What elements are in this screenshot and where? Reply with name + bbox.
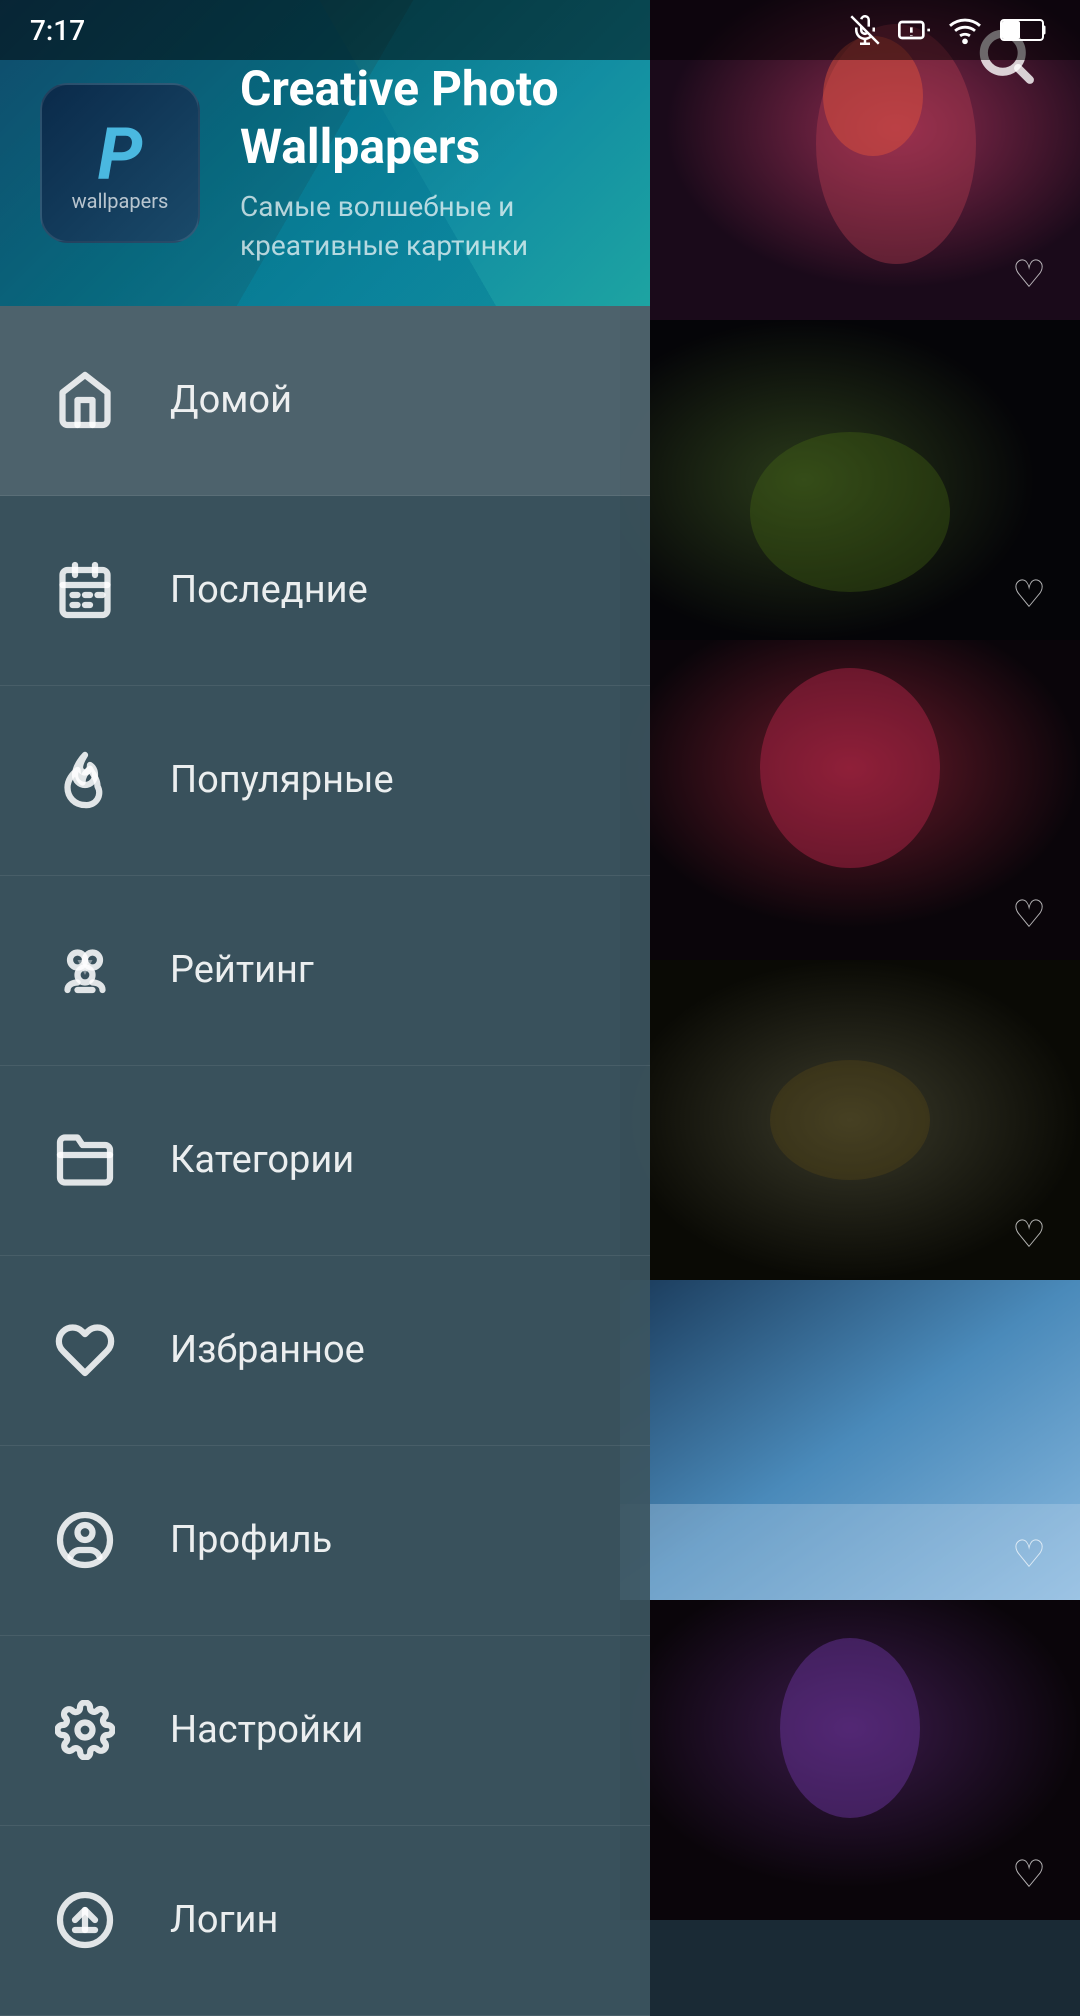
sidebar-item-popular[interactable]: Популярные: [0, 686, 650, 876]
sidebar-item-categories[interactable]: Категории: [0, 1066, 650, 1256]
app-logo: P wallpapers: [40, 83, 200, 243]
wifi-icon: [948, 13, 982, 47]
fire-icon: [50, 745, 120, 815]
like-button-5[interactable]: ♡: [1003, 1528, 1055, 1580]
sidebar-item-label-favorites: Избранное: [170, 1328, 365, 1372]
sidebar-item-profile[interactable]: Профиль: [0, 1446, 650, 1636]
sidebar-item-rating[interactable]: Рейтинг: [0, 876, 650, 1066]
like-button-6[interactable]: ♡: [1003, 1848, 1055, 1900]
sidebar-item-favorites[interactable]: Избранное: [0, 1256, 650, 1446]
rating-icon: [50, 935, 120, 1005]
sidebar-item-label-rating: Рейтинг: [170, 948, 314, 992]
mute-icon: [850, 15, 880, 45]
navigation-drawer: P wallpapers Creative Photo Wallpapers С…: [0, 0, 650, 1920]
sidebar-item-label-profile: Профиль: [170, 1518, 332, 1562]
app-title: Creative Photo Wallpapers: [240, 60, 610, 175]
status-time: 7:17: [30, 14, 85, 47]
wallpaper-cell-3: ♡: [620, 640, 1080, 960]
wallpaper-cell-4: ♡: [620, 960, 1080, 1280]
calendar-icon: [50, 555, 120, 625]
sidebar-item-label-categories: Категории: [170, 1138, 354, 1182]
battery-alert-icon: [898, 14, 930, 46]
sidebar-item-label-settings: Настройки: [170, 1708, 363, 1752]
app-subtitle: Самые волшебные и креативные картинки: [240, 187, 610, 265]
drawer-menu: Домой Последние: [0, 306, 650, 2016]
like-button-1[interactable]: ♡: [1003, 248, 1055, 300]
status-icons: [850, 13, 1050, 47]
settings-icon: [50, 1695, 120, 1765]
home-icon: [50, 365, 120, 435]
drawer-header-text: Creative Photo Wallpapers Самые волшебны…: [240, 60, 610, 266]
sidebar-item-login[interactable]: Логин: [0, 1826, 650, 2016]
like-button-2[interactable]: ♡: [1003, 568, 1055, 620]
logo-letter: P: [97, 112, 142, 197]
folder-icon: [50, 1125, 120, 1195]
like-button-3[interactable]: ♡: [1003, 888, 1055, 940]
sidebar-item-label-home: Домой: [170, 378, 292, 422]
wallpaper-grid: ♡ ♡ ♡: [620, 0, 1080, 1920]
wallpaper-cell-5: ♡: [620, 1280, 1080, 1600]
sidebar-item-label-popular: Популярные: [170, 758, 394, 802]
like-button-4[interactable]: ♡: [1003, 1208, 1055, 1260]
logo-sub: wallpapers: [72, 189, 169, 213]
sidebar-item-settings[interactable]: Настройки: [0, 1636, 650, 1826]
profile-icon: [50, 1505, 120, 1575]
sidebar-item-label-login: Логин: [170, 1898, 278, 1942]
heart-icon: [50, 1315, 120, 1385]
battery-icon: [1000, 16, 1050, 44]
wallpaper-cell-2: ♡: [620, 320, 1080, 640]
sidebar-item-label-recent: Последние: [170, 568, 368, 612]
sidebar-item-home[interactable]: Домой: [0, 306, 650, 496]
status-bar: 7:17: [0, 0, 1080, 60]
sidebar-item-recent[interactable]: Последние: [0, 496, 650, 686]
wallpaper-cell-6: ♡: [620, 1600, 1080, 1920]
login-icon: [50, 1885, 120, 1955]
